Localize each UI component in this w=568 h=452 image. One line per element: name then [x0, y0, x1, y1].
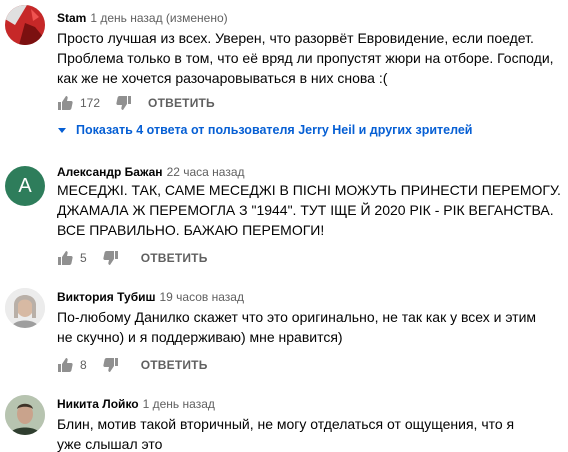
comment-author[interactable]: Никита Лойко: [57, 397, 139, 411]
reply-button[interactable]: ОТВЕТИТЬ: [141, 358, 208, 372]
comment-text: По-любому Данилко скажет что это оригина…: [57, 309, 537, 345]
comment-header: Stam 1 день назад (изменено): [57, 10, 228, 26]
thumbs-up-icon[interactable]: [57, 250, 73, 266]
reply-button[interactable]: ОТВЕТИТЬ: [148, 96, 215, 110]
view-replies-label: Показать 4 ответа от пользователя Jerry …: [76, 123, 473, 137]
comment-time[interactable]: 19 часов назад: [159, 290, 243, 304]
caret-down-icon: [57, 125, 67, 135]
comment-header: Александр Бажан 22 часа назад: [57, 164, 245, 180]
comment-actions: 8 ОТВЕТИТЬ: [57, 357, 208, 373]
like-count: 5: [80, 251, 87, 265]
comment-author[interactable]: Александр Бажан: [57, 165, 163, 179]
comment-time[interactable]: 22 часа назад: [167, 165, 245, 179]
comment-author[interactable]: Stam: [57, 11, 86, 25]
thumbs-up-icon[interactable]: [57, 357, 73, 373]
avatar-stam[interactable]: [5, 5, 45, 45]
comment-time[interactable]: 1 день назад (изменено): [90, 11, 227, 25]
avatar-image: [5, 395, 45, 435]
thumbs-down-icon[interactable]: [116, 95, 132, 111]
like-count: 8: [80, 358, 87, 372]
comment-text: Блин, мотив такой вторичный, не могу отд…: [57, 416, 515, 452]
comment-text: МЕСЕДЖІ. ТАК, САМЕ МЕСЕДЖІ В ПІСНІ МОЖУТ…: [57, 182, 561, 238]
avatar-loyko[interactable]: [5, 395, 45, 435]
comment-actions: 172 ОТВЕТИТЬ: [57, 95, 215, 111]
like-count: 172: [80, 96, 101, 110]
thumbs-down-icon[interactable]: [103, 250, 119, 266]
comment-actions: 5 ОТВЕТИТЬ: [57, 250, 208, 266]
comment-text: Просто лучшая из всех. Уверен, что разор…: [57, 30, 554, 86]
reply-button[interactable]: ОТВЕТИТЬ: [141, 251, 208, 265]
thumbs-up-icon[interactable]: [57, 95, 73, 111]
avatar-tubish[interactable]: [5, 288, 45, 328]
avatar-bazhan[interactable]: А: [5, 166, 45, 206]
comment-header: Виктория Тубиш 19 часов назад: [57, 289, 244, 305]
comment-header: Никита Лойко 1 день назад: [57, 396, 215, 412]
thumbs-down-icon[interactable]: [103, 357, 119, 373]
avatar-letter: А: [18, 174, 32, 197]
view-replies-button[interactable]: Показать 4 ответа от пользователя Jerry …: [57, 122, 473, 138]
comment-author[interactable]: Виктория Тубиш: [57, 290, 155, 304]
avatar-image: [5, 5, 45, 45]
avatar-image: [5, 288, 45, 328]
comment-time[interactable]: 1 день назад: [143, 397, 215, 411]
